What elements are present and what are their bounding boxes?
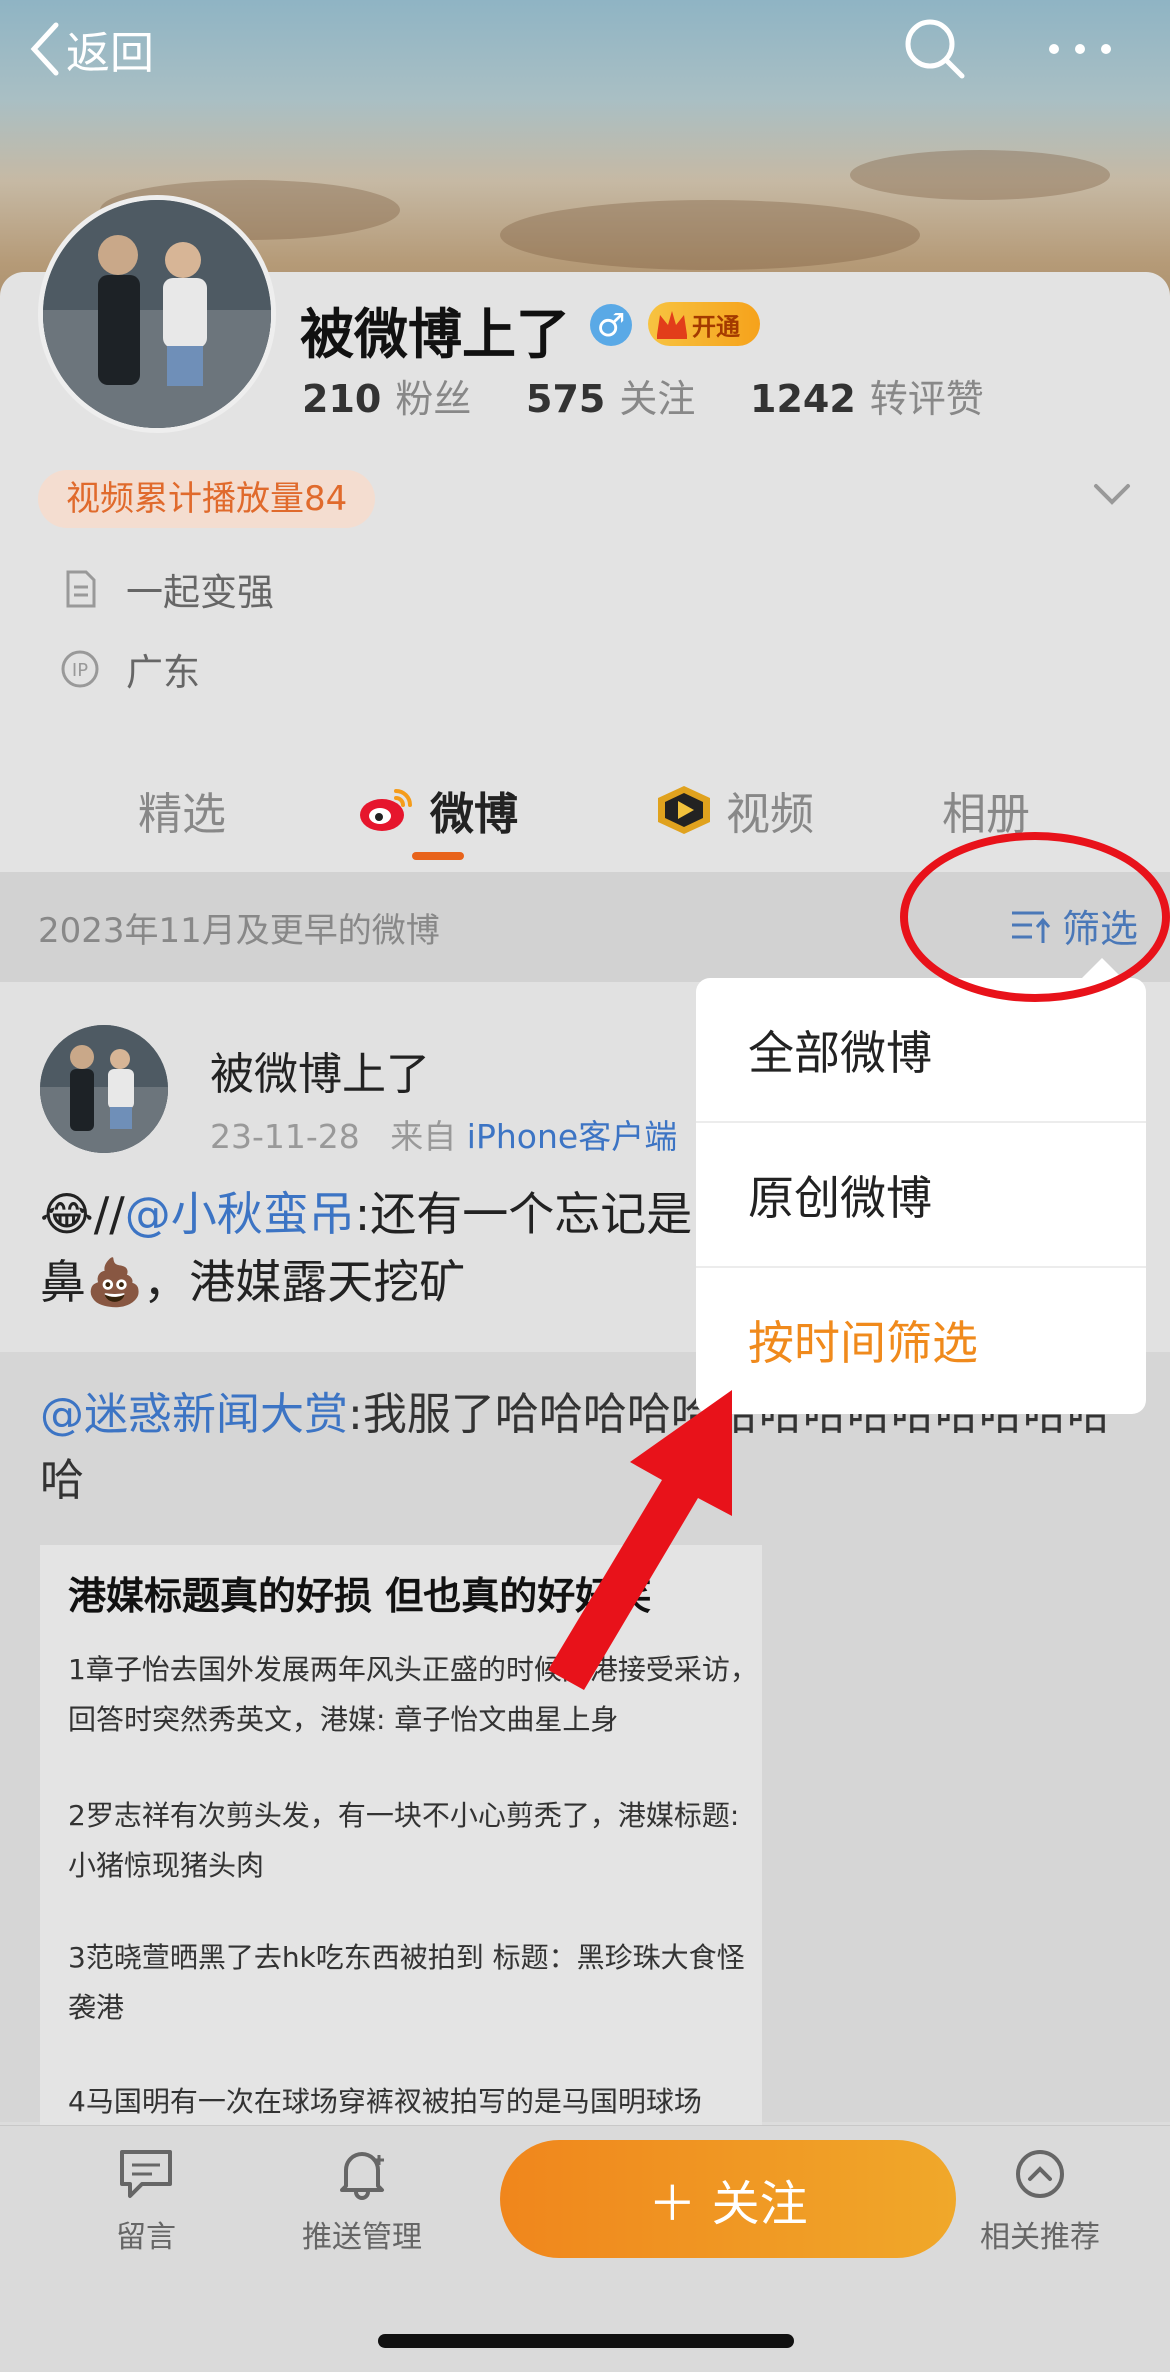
comment-button[interactable]: 留言 [116, 2148, 176, 2256]
post-mention[interactable]: @小秋蛮吊 [125, 1187, 355, 1241]
timeline-date-label: 2023年11月及更早的微博 [38, 911, 440, 951]
post-author-avatar[interactable] [40, 1025, 168, 1153]
chevron-down-icon [1094, 484, 1130, 505]
followers-label: 粉丝 [395, 377, 472, 421]
ip-row: IP 广东 [60, 642, 200, 696]
post-text-line1: :还有一个忘记是 [354, 1187, 693, 1241]
male-icon: ♂ [590, 304, 632, 346]
stat-followers[interactable]: 210 粉丝 [302, 368, 471, 423]
vip-label: 开通 [692, 312, 740, 341]
back-button[interactable]: 返回 [30, 14, 154, 84]
bio-row: 一起变强 [60, 562, 274, 616]
tab-video-label: 视频 [726, 789, 814, 840]
vip-open-badge[interactable]: 开通 [648, 302, 760, 346]
tab-featured[interactable]: 精选 [138, 760, 226, 860]
profile-avatar[interactable] [38, 195, 276, 433]
post-meta: 23-11-28 来自 iPhone客户端 [210, 1110, 677, 1158]
search-icon [905, 19, 965, 79]
post-date: 23-11-28 [210, 1117, 360, 1156]
annotation-circle [900, 832, 1170, 1002]
post-author-name[interactable]: 被微博上了 [210, 1038, 430, 1102]
article-paragraph-3: 3范晓萱晒黑了去hk吃东西被拍到 标题：黑珍珠大食怪袭港 [68, 1941, 745, 2024]
menu-item-all-label: 全部微博 [748, 1025, 932, 1080]
profile-name: 被微博上了 [300, 303, 570, 366]
menu-item-time-label: 按时间筛选 [748, 1315, 978, 1370]
expand-profile-button[interactable] [1092, 482, 1132, 510]
menu-item-original-weibo[interactable]: 原创微博 [696, 1123, 1146, 1266]
stat-following[interactable]: 575 关注 [526, 368, 695, 423]
video-plays-badge[interactable]: 视频累计播放量84 [38, 470, 376, 528]
laughing-emoji: 😂 [40, 1187, 94, 1241]
chevron-left-icon [30, 22, 59, 76]
followers-count: 210 [302, 377, 382, 421]
comment-label: 留言 [116, 2220, 176, 2255]
more-dots-icon [1049, 44, 1111, 54]
weibo-logo-icon [360, 789, 412, 831]
related-recommend-button[interactable]: 相关推荐 [980, 2148, 1100, 2256]
annotation-arrow [548, 1390, 732, 1690]
follow-button[interactable]: ＋ 关注 [500, 2140, 956, 2258]
push-settings-label: 推送管理 [302, 2220, 422, 2255]
tab-featured-label: 精选 [138, 789, 226, 840]
stat-interactions[interactable]: 1242 转评赞 [750, 368, 984, 423]
document-icon [66, 570, 96, 608]
tab-weibo[interactable]: 微博 [358, 760, 518, 860]
chat-bubble-icon [120, 2150, 172, 2198]
post-source[interactable]: iPhone客户端 [467, 1117, 677, 1156]
video-badge-icon [658, 786, 710, 834]
tab-weibo-label: 微博 [430, 789, 518, 840]
svg-text:IP: IP [72, 660, 88, 681]
article-paragraph-2: 2罗志祥有次剪头发，有一块不小心剪秃了，港媒标题:小猪惊现猪头肉 [68, 1799, 740, 1882]
push-settings-button[interactable]: 推送管理 [302, 2148, 422, 2256]
related-recommend-label: 相关推荐 [980, 2220, 1100, 2255]
bio-text: 一起变强 [126, 571, 274, 614]
more-button[interactable] [1040, 14, 1120, 84]
article-paragraph-4: 4马国明有一次在球场穿裤衩被拍写的是马国明球场 [68, 2085, 702, 2118]
chevron-up-circle-icon [1016, 2150, 1064, 2198]
post-source-prefix: 来自 [390, 1117, 457, 1156]
back-label: 返回 [66, 28, 154, 79]
ip-text: 广东 [126, 651, 200, 694]
bell-icon [340, 2152, 384, 2200]
following-label: 关注 [619, 377, 696, 421]
post-avatar-image [40, 1025, 168, 1153]
repost-mention[interactable]: @迷惑新闻大赏 [40, 1389, 348, 1440]
repost-slash: // [93, 1187, 125, 1241]
menu-item-all-weibo[interactable]: 全部微博 [696, 978, 1146, 1121]
menu-item-original-label: 原创微博 [748, 1170, 932, 1225]
tab-video[interactable]: 视频 [654, 760, 814, 860]
crown-icon [657, 311, 687, 339]
active-tab-indicator [412, 852, 464, 860]
search-button[interactable] [900, 14, 970, 84]
avatar-image [43, 200, 271, 428]
ip-location-icon: IP [61, 650, 99, 688]
following-count: 575 [526, 377, 606, 421]
home-indicator [378, 2334, 794, 2348]
interactions-count: 1242 [750, 377, 856, 421]
interactions-label: 转评赞 [869, 377, 984, 421]
